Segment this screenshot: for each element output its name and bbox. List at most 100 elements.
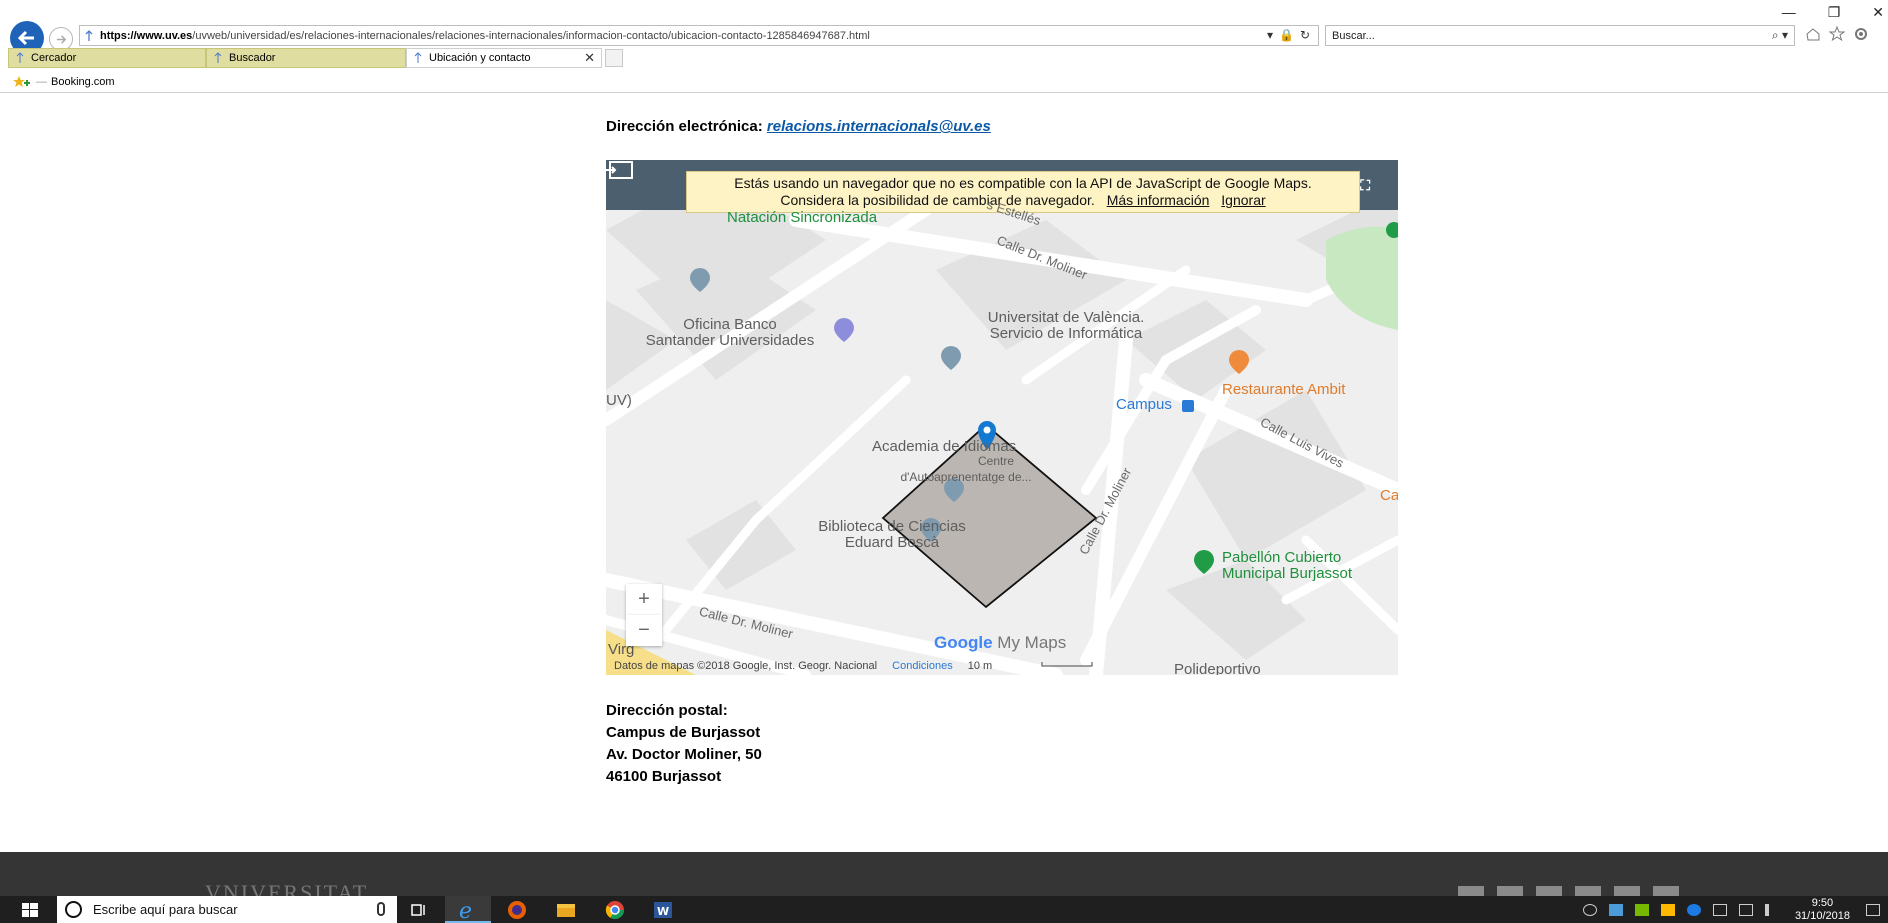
ignore-link[interactable]: Ignorar	[1221, 192, 1265, 208]
taskbar-search-placeholder: Escribe aquí para buscar	[93, 902, 238, 917]
poi-label-line: Oficina Banco	[683, 316, 777, 333]
poi-label-restaurante[interactable]: Restaurante Ambit	[1222, 382, 1345, 398]
poi-label-pabellon[interactable]: Pabellón Cubierto Municipal Burjassot	[1222, 550, 1352, 582]
postal-address: Dirección postal: Campus de Burjassot Av…	[606, 700, 762, 788]
gear-icon[interactable]	[1853, 26, 1869, 42]
taskbar-word-icon[interactable]: W	[652, 899, 674, 921]
taskbar-firefox-icon[interactable]	[506, 899, 528, 921]
arrow-right-icon	[56, 34, 66, 44]
cortana-icon	[65, 901, 82, 918]
poi-label-uv-informatica[interactable]: Universitat de València. Servicio de Inf…	[966, 310, 1166, 342]
favorites-star-icon[interactable]	[12, 75, 30, 89]
google-logo-text: Google	[934, 633, 993, 652]
display-icon[interactable]	[1712, 903, 1727, 916]
taskbar-clock[interactable]: 9:50 31/10/2018	[1795, 897, 1850, 923]
map-attribution: Datos de mapas ©2018 Google, Inst. Geogr…	[614, 660, 992, 672]
taskbar-chrome-icon[interactable]	[604, 899, 626, 921]
bluetooth-icon[interactable]	[1686, 903, 1701, 916]
postal-line: Campus de Burjassot	[606, 724, 761, 741]
svg-text:e: e	[459, 899, 472, 923]
tab-cercador[interactable]: Cercador	[8, 48, 206, 68]
postal-line: 46100 Burjassot	[606, 768, 722, 785]
volume-muted-icon[interactable]	[1764, 903, 1779, 916]
map-attribution-text: Datos de mapas ©2018 Google, Inst. Geogr…	[614, 660, 878, 672]
refresh-icon[interactable]: ↻	[1300, 28, 1310, 42]
tab-label: Cercador	[31, 52, 77, 64]
poi-label-biblioteca[interactable]: Biblioteca de Ciencias Eduard Boscà	[792, 519, 992, 551]
gmail-icon[interactable]	[1608, 903, 1623, 916]
postal-line: Av. Doctor Moliner, 50	[606, 746, 762, 763]
map-embed[interactable]: ⛶ Estás usando un navegador que no es co…	[606, 160, 1398, 675]
favorite-booking[interactable]: Booking.com	[51, 76, 115, 88]
contact-email-line: Dirección electrónica: relacions.interna…	[606, 118, 1406, 135]
email-label: Dirección electrónica:	[606, 118, 763, 135]
social-facebook-icon[interactable]	[1458, 886, 1484, 896]
mymaps-logo-text: My Maps	[997, 633, 1067, 652]
home-icon[interactable]	[1805, 26, 1821, 42]
tab-ubicacion-contacto[interactable]: Ubicación y contacto ✕	[406, 48, 602, 68]
social-twitter-icon[interactable]	[1497, 886, 1523, 896]
poi-label-ca: Ca	[1380, 487, 1398, 504]
system-tray: 9:50 31/10/2018	[1577, 896, 1888, 923]
social-youtube-icon[interactable]	[1614, 886, 1640, 896]
tab-favicon-icon	[16, 52, 24, 63]
tab-strip: Cercador Buscador Ubicación y contacto ✕	[0, 48, 1888, 69]
clock-date: 31/10/2018	[1794, 909, 1850, 922]
poi-label-line: Eduard Boscà	[844, 534, 940, 551]
url-input[interactable]: https://www.uv.es/uvweb/universidad/es/r…	[79, 25, 1319, 46]
close-tab-icon[interactable]: ✕	[584, 50, 595, 66]
poi-label-oficina-banco[interactable]: Oficina Banco Santander Universidades	[630, 317, 830, 349]
lock-icon[interactable]: 🔒	[1279, 28, 1294, 42]
postal-label: Dirección postal:	[606, 702, 728, 719]
tab-favicon-icon	[414, 52, 422, 63]
taskbar-ie-icon[interactable]: e	[445, 896, 491, 923]
notifications-icon[interactable]	[1866, 903, 1880, 916]
social-linkedin-icon[interactable]	[1536, 886, 1562, 896]
browser-search-input[interactable]: Buscar... ⌕ ▾	[1325, 25, 1795, 46]
close-icon[interactable]: ✕	[1872, 4, 1884, 21]
nvidia-icon[interactable]	[1634, 903, 1649, 916]
favorites-bar: — Booking.com	[0, 71, 1888, 93]
page-icon	[85, 29, 93, 41]
fullscreen-icon[interactable]: ⛶	[1360, 177, 1370, 194]
clock-time: 9:50	[1811, 896, 1834, 909]
zoom-in-button[interactable]: +	[626, 584, 662, 615]
windows-start-icon[interactable]	[22, 903, 38, 917]
map-conditions-link[interactable]: Condiciones	[892, 660, 953, 672]
search-icon[interactable]: ⌕ ▾	[1772, 28, 1788, 43]
social-rss-icon[interactable]	[1653, 886, 1679, 896]
email-link[interactable]: relacions.internacionals@uv.es	[767, 118, 991, 135]
poi-label-line: Municipal Burjassot	[1222, 565, 1353, 582]
tab-label: Buscador	[229, 52, 276, 64]
defender-icon[interactable]	[1660, 903, 1675, 916]
address-bar-row: https://www.uv.es/uvweb/universidad/es/r…	[0, 4, 1888, 55]
taskbar-file-explorer-icon[interactable]	[555, 899, 577, 921]
zoom-out-button[interactable]: −	[626, 615, 662, 646]
poi-label-natacion[interactable]: Natación Sincronizada	[727, 210, 877, 226]
task-view-icon[interactable]	[408, 899, 430, 921]
more-info-link[interactable]: Más información	[1107, 192, 1210, 208]
arrow-left-icon	[17, 30, 34, 46]
poi-label-line: Biblioteca de Ciencias	[818, 518, 966, 535]
poi-label-uv-left: UV)	[606, 392, 632, 409]
poi-label-centre[interactable]: Centre d'Autoaprenentatge de...	[886, 453, 1046, 485]
taskbar-search-input[interactable]: Escribe aquí para buscar	[57, 896, 397, 923]
map-sidebar-toggle-icon[interactable]	[606, 160, 634, 180]
restore-icon[interactable]: ❐	[1828, 4, 1841, 21]
poi-label-campus[interactable]: Campus	[1116, 397, 1172, 413]
tab-buscador[interactable]: Buscador	[206, 48, 406, 68]
star-icon[interactable]	[1828, 25, 1846, 42]
warning-line-2: Considera la posibilidad de cambiar de n…	[780, 192, 1095, 208]
network-icon[interactable]	[1738, 903, 1753, 916]
poi-label-line: Universitat de València.	[987, 309, 1145, 326]
minimize-icon[interactable]: —	[1782, 4, 1796, 21]
poi-label-line: Servicio de Informática	[989, 325, 1143, 342]
microphone-icon[interactable]	[377, 902, 385, 916]
new-tab-button[interactable]	[605, 49, 623, 67]
social-instagram-icon[interactable]	[1575, 886, 1601, 896]
poi-label-line: Centre	[977, 454, 1015, 468]
people-icon[interactable]	[1582, 903, 1597, 916]
poi-label-polideportivo[interactable]: Polideportivo	[1174, 662, 1261, 676]
dropdown-icon[interactable]: ▾	[1267, 28, 1273, 42]
tab-label: Ubicación y contacto	[429, 52, 531, 64]
